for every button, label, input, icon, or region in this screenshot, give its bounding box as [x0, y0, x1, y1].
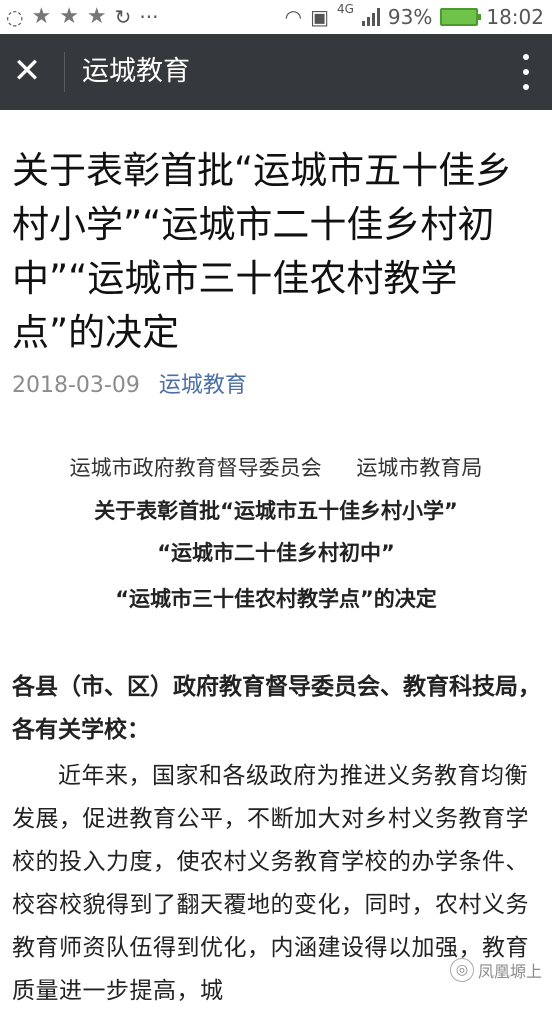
- wifi-icon: ◠: [284, 5, 303, 29]
- nav-divider: [64, 52, 65, 92]
- network-label: 4G: [336, 2, 354, 16]
- battery-percent: 93%: [387, 5, 433, 29]
- star-icon: ★: [31, 4, 52, 29]
- close-icon[interactable]: ✕: [10, 54, 44, 88]
- watermark-logo-icon: ◎: [449, 958, 474, 982]
- more-icon: ···: [139, 5, 159, 29]
- more-options-icon[interactable]: [520, 54, 532, 90]
- issuer-2: 运城市教育局: [356, 456, 483, 480]
- issuers: 运城市政府教育督导委员会 运城市教育局: [0, 454, 552, 482]
- watermark: ◎ 凤凰塬上: [449, 958, 542, 982]
- subtitle-line-1: 关于表彰首批“运城市五十佳乡村小学”: [94, 499, 458, 523]
- status-bar-left: ◌ ★ ★ ★ ↻ ···: [6, 3, 159, 31]
- signal-icon: [361, 8, 380, 26]
- star-icon: ★: [86, 4, 107, 29]
- chat-icon: ◌: [6, 5, 24, 29]
- article-meta: 2018-03-09 运城教育: [12, 372, 247, 400]
- subtitle-line-3: “运城市三十佳农村教学点”的决定: [115, 587, 437, 611]
- clock: 18:02: [486, 5, 544, 29]
- nav-bar: ✕ 运城教育: [0, 34, 552, 110]
- sim-icon: ▣: [310, 5, 329, 29]
- nav-title: 运城教育: [82, 56, 190, 87]
- subtitle-line-2: “运城市二十佳乡村初中”: [157, 541, 395, 565]
- article-title: 关于表彰首批“运城市五十佳乡村小学”“运城市二十佳乡村初中”“运城市三十佳农村教…: [12, 149, 513, 354]
- battery-icon: [440, 8, 482, 26]
- salutation: 各县（市、区）政府教育督导委员会、教育科技局，各有关学校：: [12, 674, 541, 743]
- star-icon: ★: [59, 4, 79, 29]
- author-link[interactable]: 运城教育: [159, 373, 247, 398]
- issuer-1: 运城市政府教育督导委员会: [69, 456, 322, 480]
- status-bar: ◌ ★ ★ ★ ↻ ··· ◠ ▣ 4G 93% 18:02: [0, 0, 552, 34]
- watermark-text: 凤凰塬上: [477, 962, 542, 981]
- status-bar-right: ◠ ▣ 4G 93% 18:02: [285, 3, 544, 31]
- refresh-icon: ↻: [114, 5, 132, 29]
- publish-date: 2018-03-09: [12, 373, 140, 398]
